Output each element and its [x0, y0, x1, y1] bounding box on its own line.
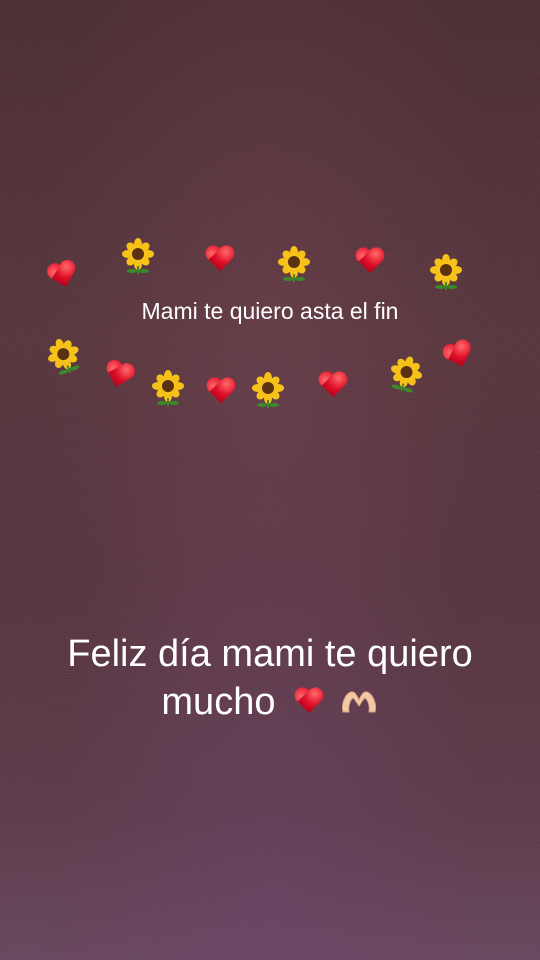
background-grain — [0, 0, 540, 960]
sunflower-icon — [41, 333, 87, 379]
sunflower-icon — [384, 352, 428, 396]
heart-icon — [440, 338, 478, 375]
heart-hands-icon — [341, 691, 376, 713]
heart-icon — [205, 246, 235, 274]
bottom-caption-text: Feliz día mami te quiero mucho — [67, 633, 473, 723]
top-caption: Mami te quiero asta el fin — [141, 298, 399, 324]
sunflower-icon — [276, 246, 312, 282]
sunflower-icon — [250, 372, 286, 408]
sunflower-icon — [150, 370, 186, 406]
bottom-caption: Feliz día mami te quiero mucho — [30, 630, 510, 726]
heart-icon — [318, 372, 348, 400]
heart-icon — [206, 378, 236, 406]
heart-icon — [290, 684, 328, 720]
sunflower-icon — [428, 254, 464, 290]
sunflower-icon — [120, 238, 156, 274]
heart-icon — [45, 259, 81, 294]
heart-icon — [101, 359, 137, 394]
heart-icon — [355, 248, 385, 276]
